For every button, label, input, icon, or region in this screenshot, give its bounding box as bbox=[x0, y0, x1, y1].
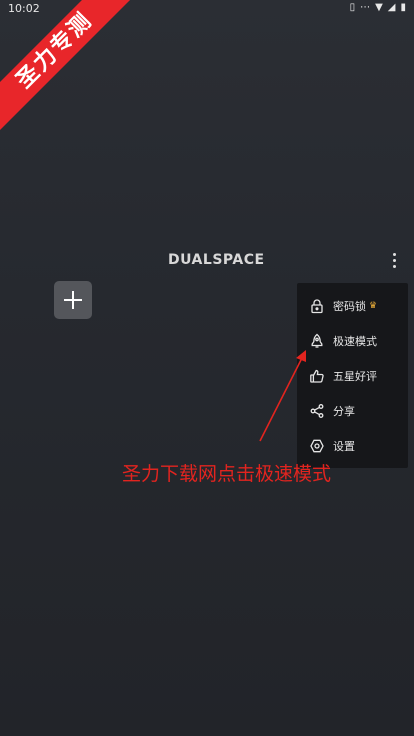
menu-item-label: 五星好评 bbox=[333, 370, 377, 383]
thumbs-up-icon bbox=[309, 368, 325, 384]
menu-item-label: 分享 bbox=[333, 405, 355, 418]
menu-item-label: 设置 bbox=[333, 440, 355, 453]
menu-item-settings[interactable]: 设置 bbox=[297, 429, 408, 463]
menu-item-label: 密码锁 bbox=[333, 300, 366, 313]
status-icons: ▯ ⋯ ▼ ◢ ▮ bbox=[350, 1, 406, 15]
overflow-menu: 密码锁 ♛ 极速模式 五星好评 分享 设置 bbox=[297, 283, 408, 468]
watermark-text: 圣力专测 bbox=[0, 0, 135, 131]
menu-item-five-star-rating[interactable]: 五星好评 bbox=[297, 359, 408, 393]
more-options-button[interactable] bbox=[384, 250, 404, 272]
more-dot-icon bbox=[392, 253, 396, 256]
menu-item-password-lock[interactable]: 密码锁 ♛ bbox=[297, 289, 408, 323]
more-dot-icon bbox=[392, 265, 396, 268]
status-bar: 10:02 ▯ ⋯ ▼ ◢ ▮ bbox=[0, 0, 414, 18]
rocket-icon bbox=[309, 333, 325, 349]
app-logo: DUALSPACE bbox=[168, 252, 265, 268]
signal-bars-icon: ⋯ bbox=[360, 2, 371, 13]
wifi-icon: ▼ bbox=[375, 2, 383, 13]
menu-item-label: 极速模式 bbox=[333, 335, 377, 348]
lock-icon bbox=[309, 298, 325, 314]
battery-icon: ▮ bbox=[400, 2, 406, 13]
crown-icon: ♛ bbox=[369, 301, 378, 311]
share-icon bbox=[309, 403, 325, 419]
status-time: 10:02 bbox=[8, 2, 40, 15]
menu-item-share[interactable]: 分享 bbox=[297, 394, 408, 428]
more-dot-icon bbox=[392, 259, 396, 262]
add-app-button[interactable] bbox=[54, 281, 92, 319]
vibrate-icon: ▯ bbox=[349, 2, 356, 13]
annotation-caption: 圣力下载网点击极速模式 bbox=[122, 463, 332, 485]
menu-item-speed-mode[interactable]: 极速模式 bbox=[297, 324, 408, 358]
cell-signal-icon: ◢ bbox=[387, 2, 396, 13]
settings-icon bbox=[309, 438, 325, 454]
watermark-ribbon: 圣力专测 bbox=[0, 0, 140, 140]
